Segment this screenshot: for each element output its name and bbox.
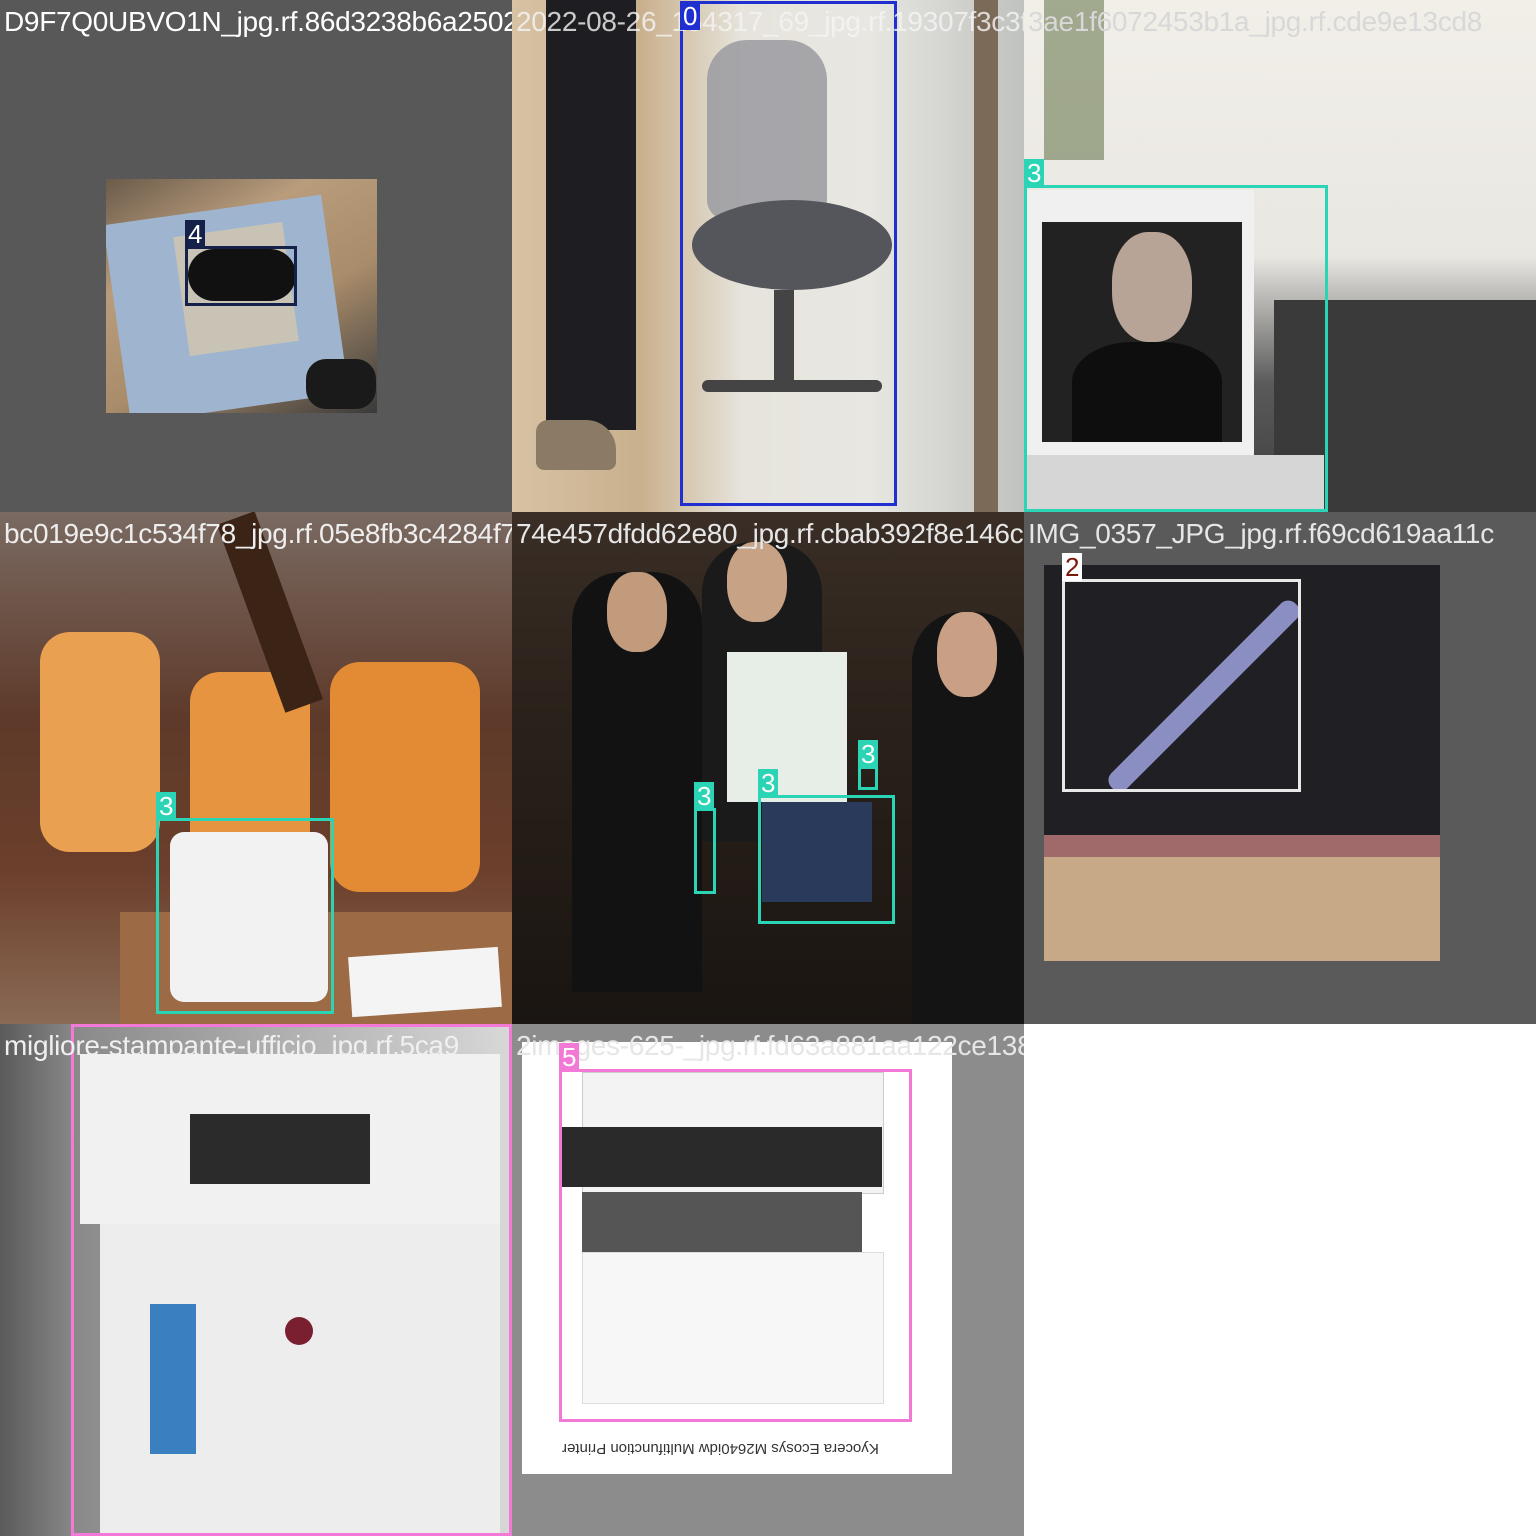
tile-filename: bc019e9c1c534f78_jpg.rf.05e8fb3c4284f770… bbox=[4, 518, 512, 549]
tile-filename: 2022-08-26_154317_69_jpg.rf.19307f3c3ff1… bbox=[516, 6, 1024, 37]
bbox-label-5: 5 bbox=[71, 1024, 92, 1026]
bbox-label-3: 3 bbox=[156, 792, 177, 820]
bbox-label-3: 3 bbox=[858, 740, 879, 768]
tile-mouse: D9F7Q0UBVO1N_jpg.rf.86d3238b6a2502598e2 … bbox=[0, 0, 512, 512]
bbox-label-3: 3 bbox=[694, 782, 715, 810]
tile-filename: migliore-stampante-ufficio_jpg.rf.5ca9 bbox=[4, 1030, 459, 1061]
bbox-label-4: 4 bbox=[185, 220, 206, 248]
face-left bbox=[607, 572, 667, 652]
bbox-class-3 bbox=[156, 818, 334, 1014]
wood-floor bbox=[1044, 857, 1440, 961]
sign-board bbox=[727, 652, 847, 802]
bbox-class-0 bbox=[680, 1, 897, 506]
tile-chair: 2022-08-26_154317_69_jpg.rf.19307f3c3ff1… bbox=[512, 0, 1024, 512]
tile-laptop-call: 3ae1f6072453b1a_jpg.rf.cde9e13cd8 3 bbox=[1024, 0, 1536, 512]
tile-filename: 2images-625-_jpg.rf.fd63a881aa122ce138e5… bbox=[516, 1030, 1024, 1061]
face-right bbox=[937, 612, 997, 697]
bbox-class-3 bbox=[694, 808, 716, 894]
shoe bbox=[536, 420, 616, 470]
tile-pen: IMG_0357_JPG_jpg.rf.f69cd619aa11c 2 bbox=[1024, 512, 1536, 1024]
tile-filename: 3ae1f6072453b1a_jpg.rf.cde9e13cd8 bbox=[1028, 6, 1483, 37]
bbox-label-5: 5 bbox=[559, 1043, 580, 1071]
person-leg bbox=[546, 0, 636, 430]
tile-hp-printer: migliore-stampante-ufficio_jpg.rf.5ca9 5 bbox=[0, 1024, 512, 1536]
bbox-class-3 bbox=[858, 766, 878, 790]
student-3 bbox=[330, 662, 480, 892]
papers bbox=[348, 946, 502, 1018]
student-1 bbox=[40, 632, 160, 852]
face-mid bbox=[727, 542, 787, 622]
bbox-class-3 bbox=[758, 795, 895, 924]
pole bbox=[974, 0, 998, 512]
tile-filename: D9F7Q0UBVO1N_jpg.rf.86d3238b6a2502598e2 bbox=[4, 6, 512, 37]
bbox-class-5 bbox=[71, 1024, 512, 1536]
tile-filename: IMG_0357_JPG_jpg.rf.f69cd619aa11c bbox=[1028, 518, 1494, 549]
bbox-class-5 bbox=[559, 1069, 912, 1422]
bbox-class-4 bbox=[185, 246, 297, 306]
bbox-label-2: 2 bbox=[1062, 553, 1083, 581]
mosaic-grid: D9F7Q0UBVO1N_jpg.rf.86d3238b6a2502598e2 … bbox=[0, 0, 1536, 1536]
tile-filename: 74e457dfdd62e80_jpg.rf.cbab392f8e146ccd3 bbox=[516, 518, 1024, 549]
bbox-class-2 bbox=[1062, 579, 1301, 792]
fabric-edge bbox=[1044, 835, 1440, 857]
tile-students: bc019e9c1c534f78_jpg.rf.05e8fb3c4284f770… bbox=[0, 512, 512, 1024]
printer-caption: Kyocera Ecosys M2640idw Multifunction Pr… bbox=[562, 1440, 879, 1457]
tile-empty bbox=[1024, 1024, 1536, 1536]
bbox-label-0: 0 bbox=[680, 2, 701, 30]
cable-dark bbox=[306, 359, 376, 409]
bbox-label-3: 3 bbox=[758, 769, 779, 797]
tile-conference: 74e457dfdd62e80_jpg.rf.cbab392f8e146ccd3… bbox=[512, 512, 1024, 1024]
bbox-label-3: 3 bbox=[1024, 159, 1045, 187]
tile-kyocera-printer: Kyocera Ecosys M2640idw Multifunction Pr… bbox=[512, 1024, 1024, 1536]
bbox-class-3 bbox=[1024, 185, 1328, 512]
